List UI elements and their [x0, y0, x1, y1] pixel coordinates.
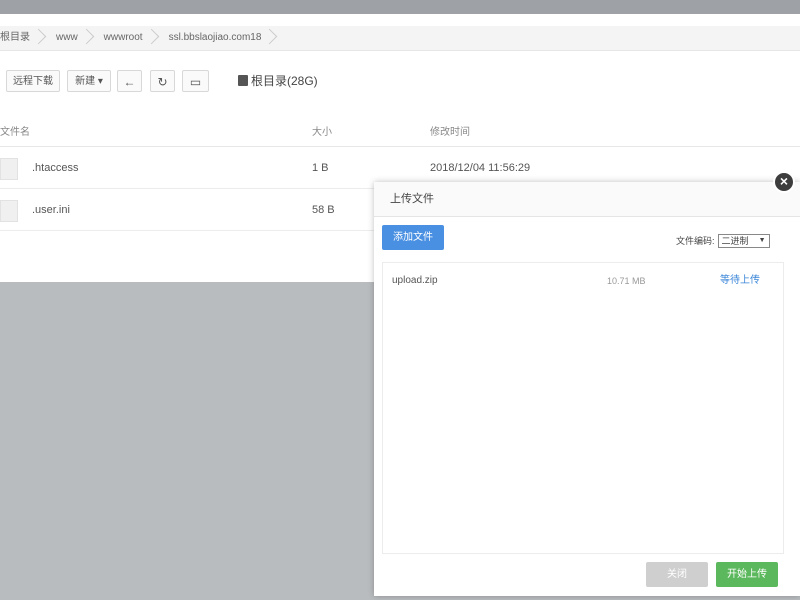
- breadcrumb-item-wwwroot[interactable]: wwwroot: [94, 26, 159, 50]
- encoding-control: 文件编码: 二进制 ▼: [676, 234, 770, 248]
- back-button[interactable]: ←: [117, 70, 142, 92]
- file-size: 1 B: [312, 162, 329, 174]
- back-arrow-icon: ←: [123, 75, 136, 89]
- toolbar: 远程下载 新建 ▾ ← ↻ ▭ 根目录(28G): [0, 70, 800, 94]
- refresh-button[interactable]: ↻: [150, 70, 175, 92]
- app: 根目录 www wwwroot ssl.bbslaojiao.com18 远程下…: [0, 0, 800, 600]
- remote-download-button[interactable]: 远程下载: [6, 70, 60, 92]
- upload-status: 等待上传: [720, 275, 760, 286]
- caret-down-icon: ▾: [97, 76, 103, 87]
- breadcrumb-item-root[interactable]: 根目录: [0, 26, 46, 50]
- file-icon: [0, 158, 18, 180]
- encoding-label: 文件编码:: [676, 236, 715, 246]
- file-size: 58 B: [312, 204, 335, 216]
- file-name[interactable]: .htaccess: [32, 148, 78, 188]
- disk-icon: [238, 75, 248, 86]
- refresh-icon: ↻: [157, 75, 168, 89]
- file-icon: [0, 200, 18, 222]
- new-dropdown-button[interactable]: 新建 ▾: [67, 70, 111, 92]
- terminal-button[interactable]: ▭: [182, 70, 209, 92]
- new-label: 新建: [75, 76, 96, 87]
- dialog-header: 上传文件: [374, 182, 800, 217]
- upload-row: upload.zip 10.71 MB 等待上传: [383, 269, 783, 293]
- close-button[interactable]: 关闭: [646, 562, 708, 587]
- file-table-header: 文件名 大小 修改时间: [0, 120, 800, 147]
- dialog-title: 上传文件: [390, 193, 434, 205]
- breadcrumb-item-site[interactable]: ssl.bbslaojiao.com18: [159, 26, 278, 50]
- upload-file-list: upload.zip 10.71 MB 等待上传: [382, 262, 784, 554]
- encoding-value: 二进制: [721, 236, 749, 246]
- add-file-button[interactable]: 添加文件: [382, 225, 444, 250]
- file-name[interactable]: .user.ini: [32, 190, 70, 230]
- upload-dialog: 上传文件 添加文件 文件编码: 二进制 ▼ upload.zip 10.71 MB …: [374, 182, 800, 596]
- disk-selector[interactable]: 根目录(28G): [238, 70, 318, 92]
- header-size[interactable]: 大小: [312, 120, 332, 146]
- header-modified[interactable]: 修改时间: [430, 120, 470, 146]
- select-arrow-icon: ▼: [758, 237, 766, 244]
- breadcrumb-item-www[interactable]: www: [46, 26, 94, 50]
- breadcrumb: 根目录 www wwwroot ssl.bbslaojiao.com18: [0, 26, 800, 51]
- encoding-select[interactable]: 二进制 ▼: [717, 234, 770, 248]
- upload-file-size: 10.71 MB: [607, 276, 646, 286]
- header-name[interactable]: 文件名: [0, 120, 30, 146]
- disk-label: 根目录(28G): [251, 74, 318, 88]
- close-icon[interactable]: ×: [773, 171, 795, 193]
- terminal-icon: ▭: [189, 75, 202, 89]
- start-upload-button[interactable]: 开始上传: [716, 562, 778, 587]
- top-strip: [0, 0, 800, 14]
- upload-file-name: upload.zip: [392, 275, 438, 286]
